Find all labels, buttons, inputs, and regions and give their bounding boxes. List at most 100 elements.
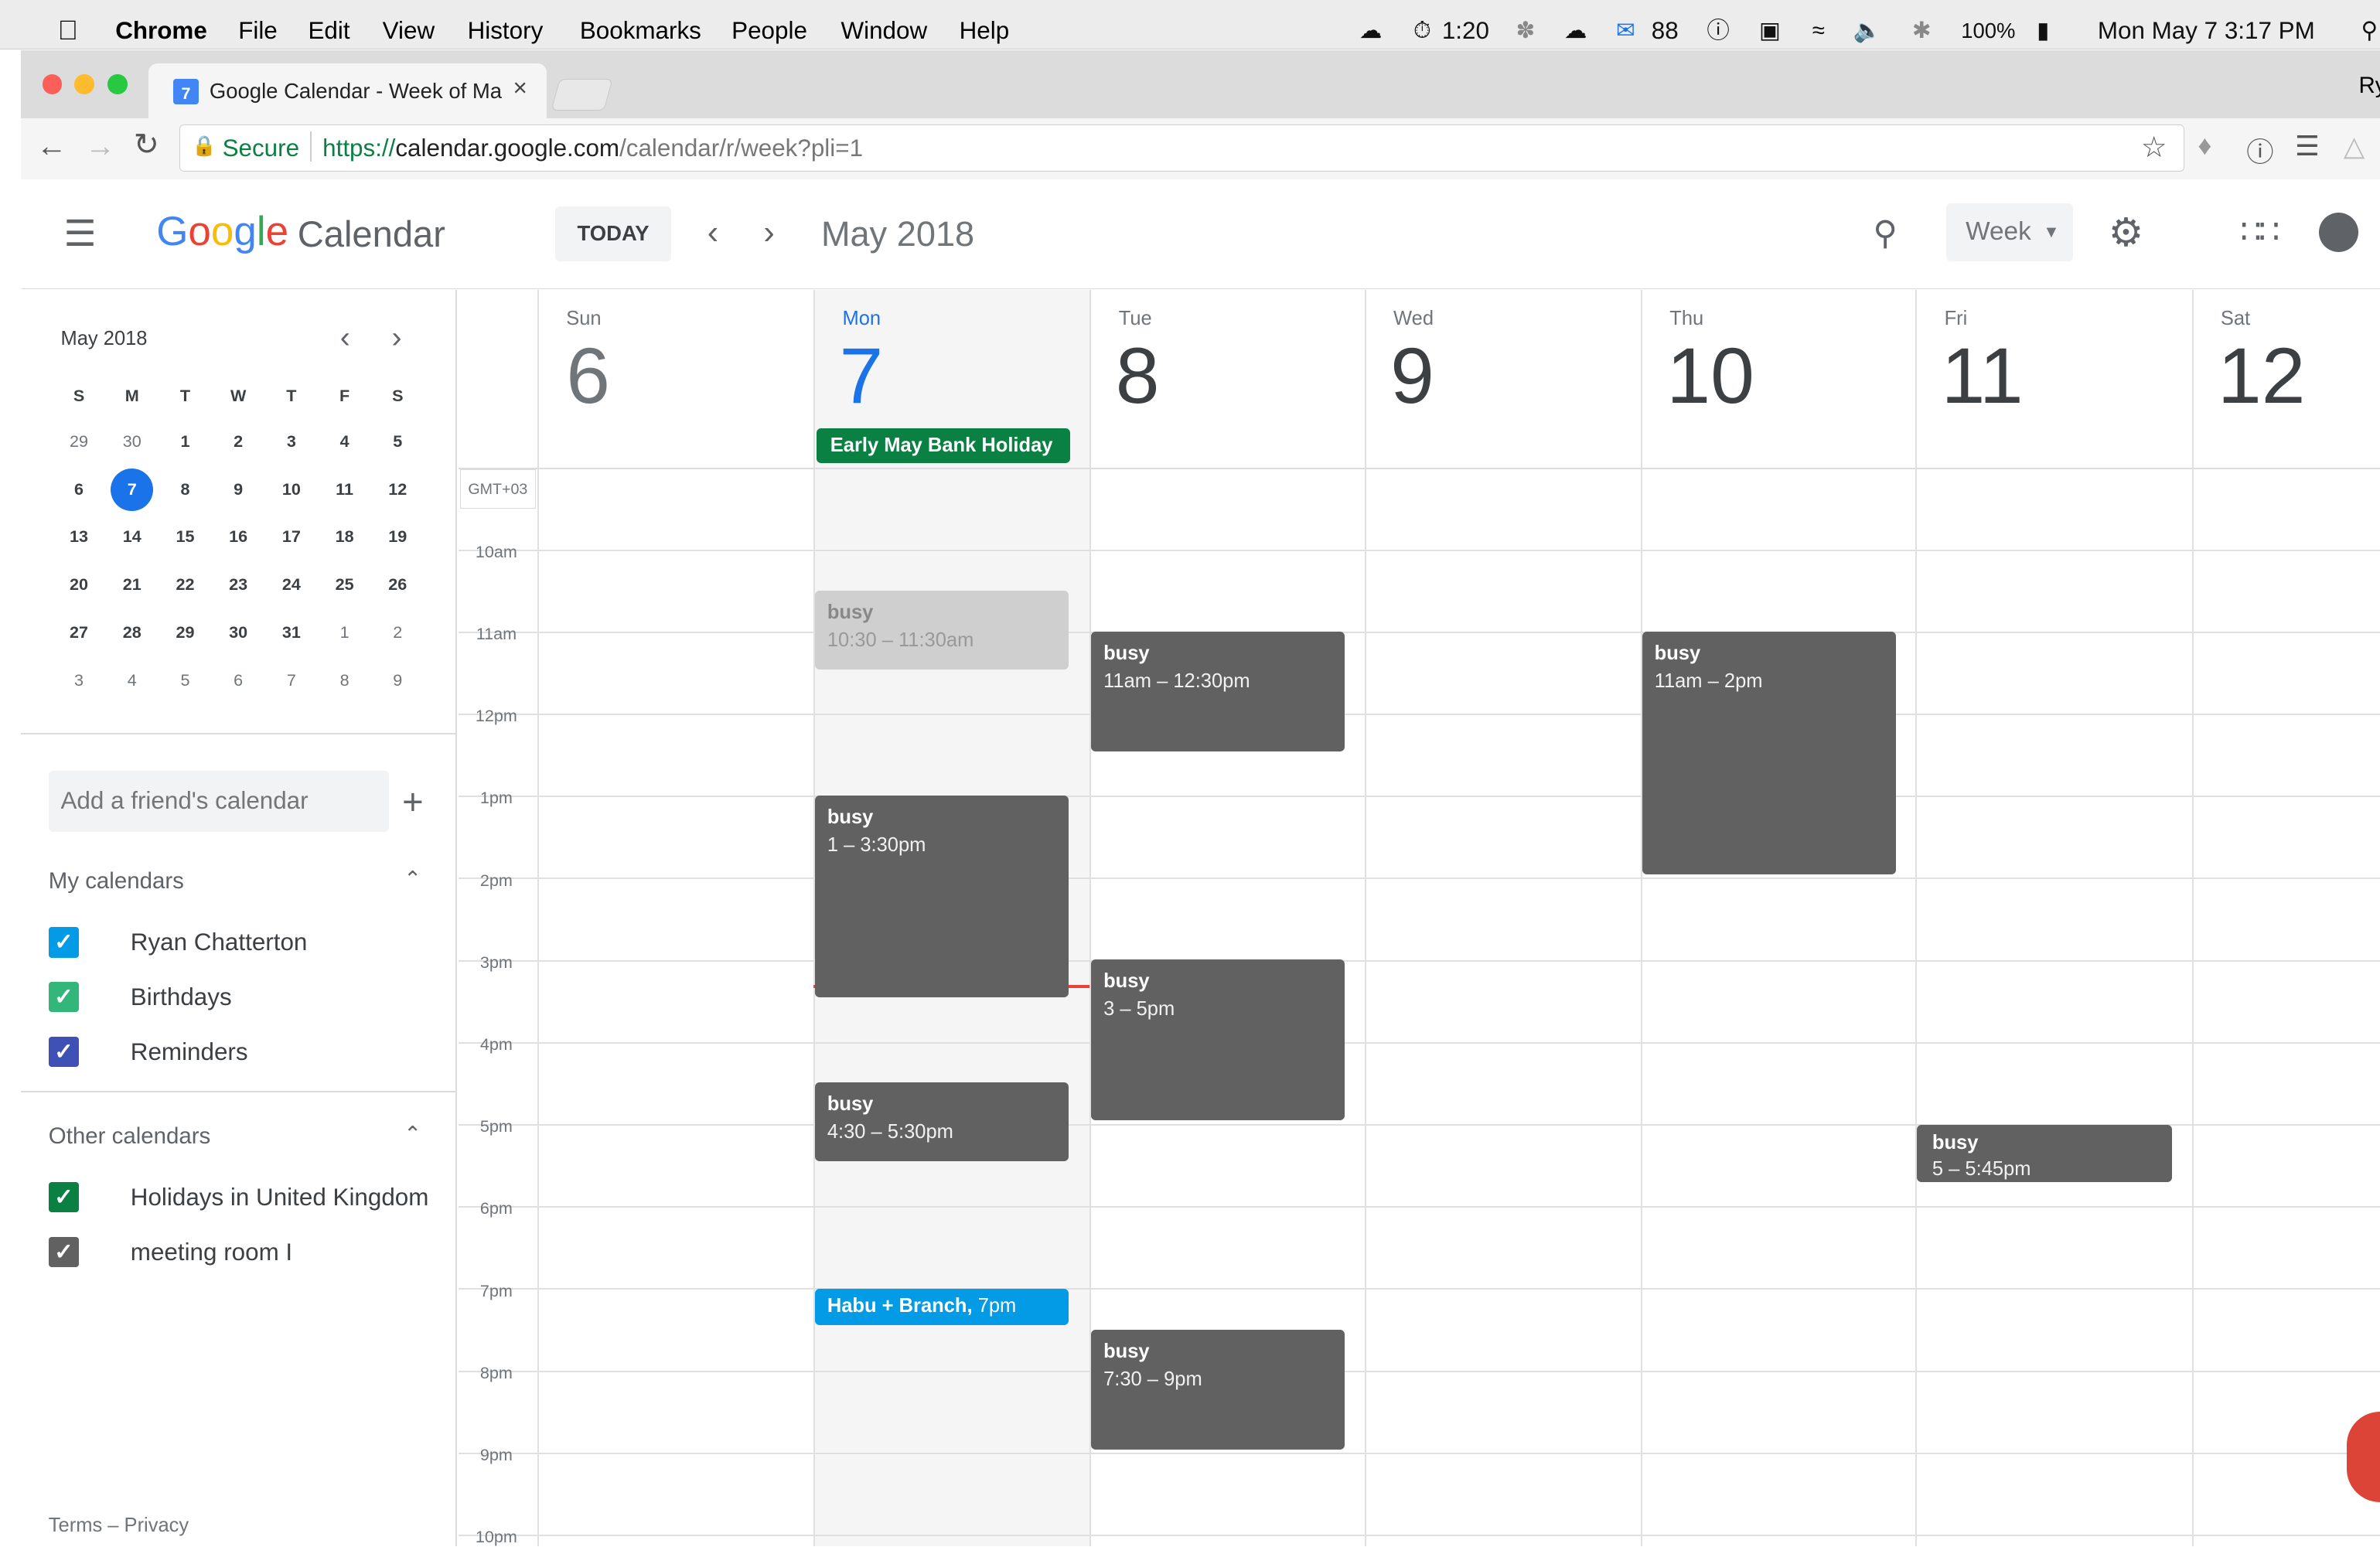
onepassword-extension-icon[interactable]: ⓘ	[2246, 131, 2273, 170]
layout-icon[interactable]: ▣	[1756, 17, 1783, 44]
mini-calendar-day[interactable]: 2	[217, 421, 260, 463]
all-day-event-holiday[interactable]: Early May Bank Holiday	[817, 428, 1070, 463]
day-number[interactable]: 11	[1942, 331, 2024, 422]
view-selector[interactable]: Week ▼	[1945, 203, 2074, 261]
forward-arrow-icon[interactable]: →	[85, 129, 115, 164]
mini-calendar-day[interactable]: 22	[164, 564, 206, 606]
bluetooth-icon[interactable]: ✱	[1908, 17, 1935, 44]
mini-calendar-day[interactable]: 31	[270, 612, 312, 654]
mini-calendar-day[interactable]: 1	[164, 421, 206, 463]
mini-calendar-day[interactable]: 16	[217, 516, 260, 558]
rss-icon[interactable]: ✽	[1512, 17, 1539, 44]
my-calendars-title[interactable]: My calendars	[49, 868, 184, 894]
menu-people[interactable]: People	[731, 17, 807, 45]
window-minimize-icon[interactable]	[74, 74, 94, 94]
menu-bookmarks[interactable]: Bookmarks	[580, 17, 701, 45]
menu-edit[interactable]: Edit	[308, 17, 349, 45]
mini-calendar-day[interactable]: 30	[217, 612, 260, 654]
google-logo[interactable]: Google	[156, 208, 288, 255]
add-friend-calendar-input[interactable]	[48, 771, 389, 832]
main-menu-icon[interactable]: ☰	[63, 213, 96, 255]
mini-calendar-day[interactable]: 10	[270, 469, 312, 511]
profile-name[interactable]: Ry	[2358, 73, 2380, 99]
mini-calendar-day[interactable]: 3	[270, 421, 312, 463]
mini-calendar-day[interactable]: 6	[58, 469, 101, 511]
event-busy[interactable]: busy 4:30 – 5:30pm	[815, 1082, 1069, 1161]
event-busy[interactable]: busy 7:30 – 9pm	[1091, 1329, 1345, 1450]
checkbox-reminders[interactable]: ✓	[48, 1036, 80, 1067]
mini-calendar-day[interactable]: 15	[164, 516, 206, 558]
mini-calendar-day[interactable]: 19	[377, 516, 419, 558]
mini-calendar-day-selected[interactable]: 7	[111, 468, 154, 511]
mini-calendar-day[interactable]: 28	[111, 612, 153, 654]
event-busy[interactable]: busy 10:30 – 11:30am	[815, 590, 1069, 670]
mini-calendar-day[interactable]: 9	[217, 469, 260, 511]
drive-extension-icon[interactable]: △	[2344, 131, 2365, 162]
window-zoom-icon[interactable]	[107, 74, 128, 94]
event-busy[interactable]: busy 3 – 5pm	[1091, 959, 1345, 1120]
menu-help[interactable]: Help	[960, 17, 1010, 45]
mini-calendar-day[interactable]: 23	[217, 564, 260, 606]
checkbox-birthdays[interactable]: ✓	[48, 982, 80, 1013]
event-busy[interactable]: busy 1 – 3:30pm	[815, 795, 1069, 997]
mini-calendar-day[interactable]: 30	[111, 421, 153, 463]
spotlight-search-icon[interactable]: ⚲	[2356, 17, 2380, 44]
day-number[interactable]: 8	[1116, 331, 1160, 422]
day-number[interactable]: 6	[566, 331, 610, 422]
search-icon[interactable]: ⚲	[1873, 214, 1898, 253]
new-tab-button[interactable]	[551, 79, 613, 111]
mini-calendar-day[interactable]: 4	[323, 421, 366, 463]
create-event-button[interactable]	[2346, 1411, 2380, 1503]
mini-calendar-day[interactable]: 17	[270, 516, 312, 558]
extension-icon[interactable]: ♦	[2198, 131, 2211, 162]
volume-icon[interactable]: 🔈	[1853, 17, 1882, 44]
event-habu-branch[interactable]: Habu + Branch, 7pm	[815, 1288, 1069, 1325]
mini-calendar-day[interactable]: 9	[377, 659, 419, 702]
menu-file[interactable]: File	[238, 17, 278, 45]
mini-calendar-day[interactable]: 24	[270, 564, 312, 606]
mini-calendar-day[interactable]: 20	[58, 564, 101, 606]
chevron-up-icon[interactable]: ⌃	[404, 867, 421, 891]
window-close-icon[interactable]	[42, 74, 63, 94]
mini-calendar-day[interactable]: 8	[164, 469, 206, 511]
previous-week-icon[interactable]: ‹	[708, 214, 718, 252]
wifi-icon[interactable]: ≈	[1805, 17, 1832, 44]
menu-view[interactable]: View	[383, 17, 435, 45]
mini-calendar-day[interactable]: 26	[377, 564, 419, 606]
mini-calendar-day[interactable]: 27	[58, 612, 101, 654]
mini-calendar-day[interactable]: 1	[323, 612, 366, 654]
terms-privacy-link[interactable]: Terms – Privacy	[49, 1515, 189, 1537]
settings-gear-icon[interactable]: ⚙	[2109, 210, 2144, 256]
mini-calendar-prev-icon[interactable]: ‹	[340, 320, 350, 355]
day-number[interactable]: 12	[2218, 331, 2306, 422]
today-button[interactable]: TODAY	[555, 206, 671, 261]
event-busy[interactable]: busy 5 – 5:45pm	[1917, 1124, 2173, 1183]
mini-calendar-day[interactable]: 18	[323, 516, 366, 558]
mini-calendar-day[interactable]: 5	[164, 659, 206, 702]
account-avatar[interactable]	[2319, 212, 2359, 252]
day-number[interactable]: 10	[1666, 331, 1754, 422]
battery-icon[interactable]: ▮	[2024, 17, 2063, 44]
apps-grid-icon[interactable]: ∷∷	[2240, 213, 2279, 251]
mini-calendar-day[interactable]: 7	[270, 659, 312, 702]
mini-calendar-day[interactable]: 8	[323, 659, 366, 702]
mini-calendar-day[interactable]: 4	[111, 659, 153, 702]
mini-calendar-next-icon[interactable]: ›	[391, 320, 401, 355]
menu-history[interactable]: History	[468, 17, 544, 45]
mini-calendar-day[interactable]: 29	[164, 612, 206, 654]
mini-calendar-day[interactable]: 6	[217, 659, 260, 702]
menu-app-name[interactable]: Chrome	[115, 17, 207, 45]
mini-calendar-day[interactable]: 5	[377, 421, 419, 463]
mini-calendar-day[interactable]: 21	[111, 564, 153, 606]
buffer-extension-icon[interactable]: ☰	[2295, 131, 2320, 162]
clock[interactable]: Mon May 7 3:17 PM	[2098, 17, 2315, 45]
add-calendar-plus-icon[interactable]: +	[402, 780, 424, 823]
other-calendars-title[interactable]: Other calendars	[49, 1123, 210, 1150]
bookmark-star-icon[interactable]: ☆	[2141, 130, 2167, 164]
cloud-upload-icon[interactable]: ☁	[1562, 17, 1589, 44]
day-number[interactable]: 9	[1390, 331, 1434, 422]
next-week-icon[interactable]: ›	[763, 214, 774, 252]
menu-window[interactable]: Window	[841, 17, 928, 45]
apple-icon[interactable]: 	[58, 15, 79, 46]
mini-calendar-day[interactable]: 14	[111, 516, 153, 558]
